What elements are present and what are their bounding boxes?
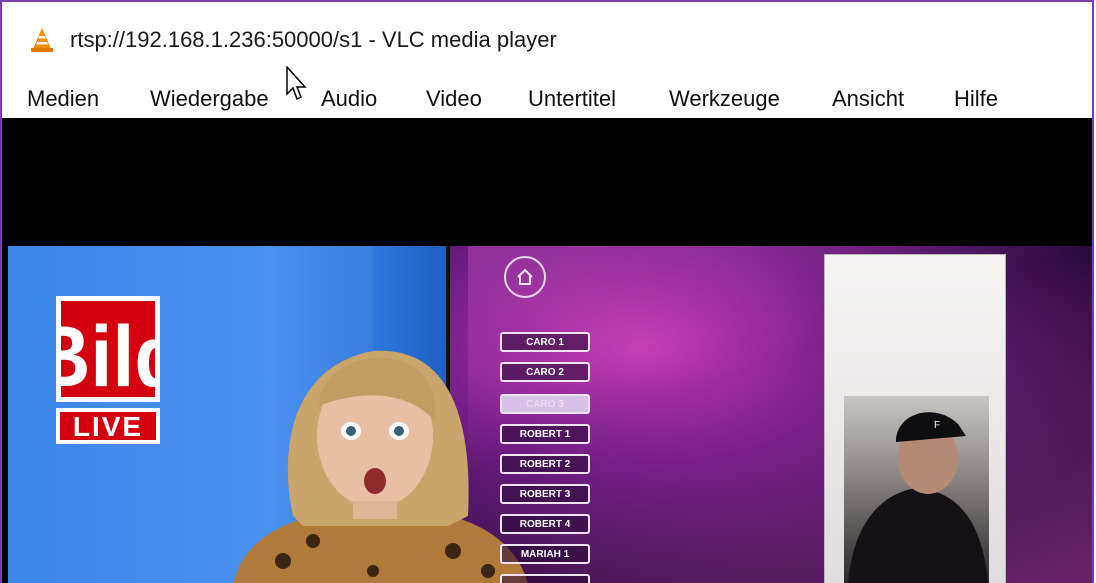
menu-medien[interactable]: Medien [27,86,99,112]
vlc-cone-icon [31,28,53,52]
video-frame: Bild LIVE [8,246,1092,583]
logo-word: Bild [56,308,160,405]
menu-hilfe[interactable]: Hilfe [954,86,998,112]
vlc-window: rtsp://192.168.1.236:50000/s1 - VLC medi… [0,0,1094,583]
logo-live: LIVE [73,411,143,442]
menu-wiedergabe[interactable]: Wiedergabe [150,86,269,112]
playlist-item [500,574,590,583]
playlist-item: CARO 2 [500,362,590,382]
menu-ansicht[interactable]: Ansicht [832,86,904,112]
mouse-pointer-icon [286,66,307,101]
menu-audio[interactable]: Audio [321,86,377,112]
playlist-item: ROBERT 2 [500,454,590,474]
window-title: rtsp://192.168.1.236:50000/s1 - VLC medi… [70,27,557,52]
playlist-item-active: CARO 3 [500,394,590,414]
title-bar[interactable]: rtsp://192.168.1.236:50000/s1 - VLC medi… [2,2,1092,72]
person-in-cap-figure: F [848,412,988,583]
screen-home-button [504,256,546,298]
playlist-item: CARO 1 [500,332,590,352]
playlist-item: ROBERT 3 [500,484,590,504]
playlist-item: ROBERT 4 [500,514,590,534]
menu-untertitel[interactable]: Untertitel [528,86,616,112]
presenter-figure [233,350,528,583]
playlist-item: MARIAH 1 [500,544,590,564]
menu-video[interactable]: Video [426,86,482,112]
menu-bar: Medien Wiedergabe Audio Video Untertitel… [2,74,1092,118]
bild-live-logo: Bild LIVE [56,296,160,444]
playlist-item: ROBERT 1 [500,424,590,444]
menu-werkzeuge[interactable]: Werkzeuge [669,86,780,112]
video-area[interactable]: Bild LIVE [2,118,1092,583]
svg-text:F: F [934,420,940,431]
home-icon [517,268,533,285]
